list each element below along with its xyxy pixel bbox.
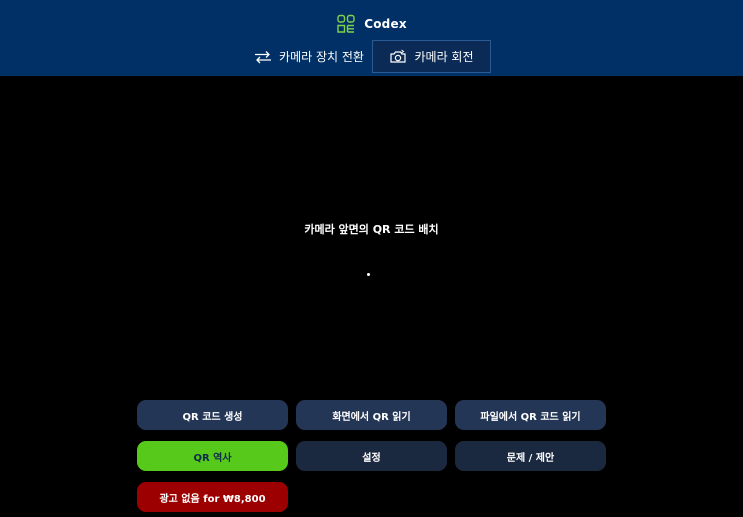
rotate-camera-label: 카메라 회전 — [414, 50, 474, 64]
read-from-file-button[interactable]: 파일에서 QR 코드 읽기 — [455, 400, 606, 430]
qr-logo-icon — [337, 14, 355, 33]
app-window: Codex 카메라 장치 전환 카메라 회전 카메라 앞면의 QR 코드 배치 … — [0, 0, 743, 517]
focus-indicator — [367, 273, 370, 276]
brand: Codex — [0, 13, 743, 35]
rotate-camera-button[interactable]: 카메라 회전 — [372, 40, 491, 73]
generate-qr-button[interactable]: QR 코드 생성 — [137, 400, 288, 430]
switch-camera-button[interactable]: 카메라 장치 전환 — [249, 40, 369, 73]
qr-history-button[interactable]: QR 역사 — [137, 441, 288, 471]
settings-button[interactable]: 설정 — [296, 441, 447, 471]
scan-instruction: 카메라 앞면의 QR 코드 배치 — [304, 223, 439, 236]
top-bar: Codex 카메라 장치 전환 카메라 회전 — [0, 0, 743, 76]
read-from-screen-button[interactable]: 화면에서 QR 읽기 — [296, 400, 447, 430]
swap-arrows-icon — [255, 50, 272, 63]
remove-ads-button[interactable]: 광고 없음 for ₩8,800 — [137, 482, 288, 512]
issues-suggestions-button[interactable]: 문제 / 제안 — [455, 441, 606, 471]
camera-rotate-icon — [390, 49, 407, 63]
app-title: Codex — [364, 17, 407, 31]
switch-camera-label: 카메라 장치 전환 — [279, 50, 364, 64]
